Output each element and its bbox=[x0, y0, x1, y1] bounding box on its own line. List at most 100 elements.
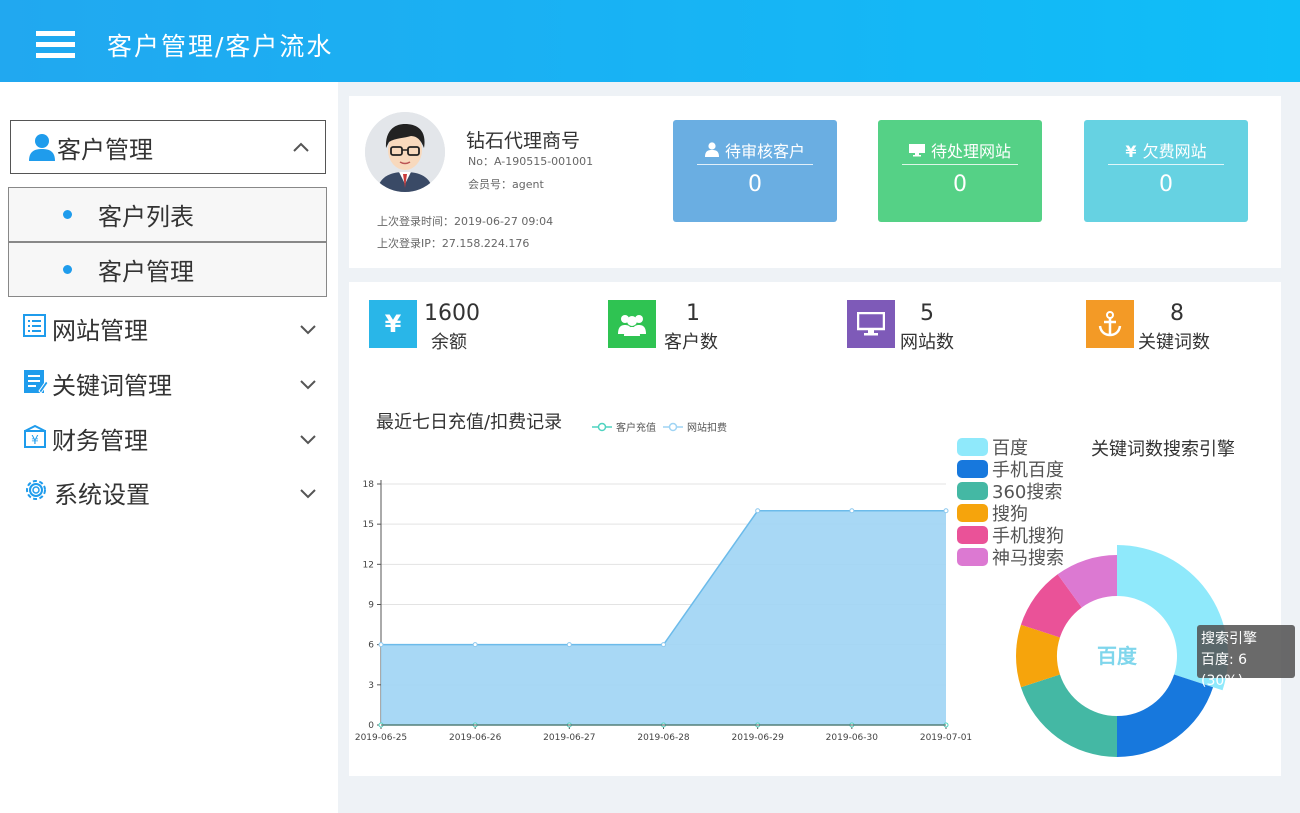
stat-value: 0 bbox=[748, 172, 762, 197]
page-title: 客户管理/客户流水 bbox=[107, 32, 334, 61]
sidebar-item-customer-management[interactable]: 客户管理 bbox=[10, 120, 326, 174]
sidebar-item-label: 客户管理 bbox=[57, 135, 153, 164]
overdue-websites-box[interactable]: ¥ 欠费网站 0 bbox=[1084, 120, 1248, 222]
summary-value: 5 bbox=[920, 301, 934, 326]
agent-number: No：A-190515-001001 bbox=[468, 155, 594, 168]
summary-value: 8 bbox=[1170, 301, 1184, 326]
y-tick-label: 12 bbox=[363, 560, 374, 570]
yen-icon: ¥ bbox=[1125, 142, 1137, 161]
sidebar-item-system-settings[interactable]: 系统设置 bbox=[22, 472, 322, 512]
legend-swatch bbox=[957, 482, 988, 500]
data-point bbox=[849, 508, 855, 514]
y-tick-label: 18 bbox=[363, 480, 375, 490]
bullet-icon bbox=[63, 210, 72, 219]
profile-card: 钻石代理商号 No：A-190515-001001 会员号：agent 上次登录… bbox=[349, 96, 1281, 268]
chevron-down-icon bbox=[300, 484, 316, 503]
chevron-up-icon bbox=[293, 137, 309, 156]
legend-swatch bbox=[957, 504, 988, 522]
sidebar-item-label: 关键词管理 bbox=[52, 371, 172, 400]
summary-label: 客户数 bbox=[664, 332, 718, 353]
last-login-ip: 上次登录IP：27.158.224.176 bbox=[377, 237, 530, 250]
bullet-icon bbox=[63, 265, 72, 274]
data-point bbox=[755, 508, 761, 514]
summary-bar: ¥ 1600 余额 1 客户数 5 网站数 8 关键词数 bbox=[349, 282, 1281, 370]
legend-swatch bbox=[957, 460, 988, 478]
summary-value: 1 bbox=[686, 301, 700, 326]
tooltip-text: 百度: 6 (30%) bbox=[1201, 652, 1248, 689]
charts-card: 最近七日充值/扣费记录 客户充值 网站扣费 0 3 6 9 12 15 18 2019-06-… bbox=[349, 368, 1295, 776]
legend-swatch bbox=[957, 438, 988, 456]
chevron-down-icon bbox=[300, 430, 316, 449]
x-tick-label: 2019-06-27 bbox=[543, 733, 595, 743]
sidebar-subitem-label: 客户列表 bbox=[98, 203, 194, 231]
stat-label: 欠费网站 bbox=[1142, 142, 1207, 161]
summary-label: 网站数 bbox=[900, 332, 954, 353]
last-login-time: 上次登录时间：2019-06-27 09:04 bbox=[377, 215, 554, 228]
sidebar-item-website-management[interactable]: 网站管理 bbox=[22, 308, 322, 348]
websites-summary: 5 网站数 bbox=[847, 300, 1047, 353]
edit-list-icon bbox=[22, 367, 49, 399]
keywords-summary: 8 关键词数 bbox=[1086, 300, 1286, 353]
sidebar-subitem-customer-manage[interactable]: 客户管理 bbox=[8, 242, 327, 297]
pending-customers-box[interactable]: 待审核客户 0 bbox=[673, 120, 837, 222]
chevron-down-icon bbox=[300, 375, 316, 394]
pending-websites-box[interactable]: 待处理网站 0 bbox=[878, 120, 1042, 222]
sidebar-item-finance-management[interactable]: ¥ 财务管理 bbox=[22, 418, 322, 458]
chart-tooltip: 搜索引擎 百度: 6 (30%) bbox=[1197, 625, 1295, 689]
gear-icon bbox=[22, 476, 50, 508]
balance-summary: ¥ 1600 余额 bbox=[369, 300, 569, 353]
y-tick-label: 3 bbox=[368, 681, 374, 691]
agent-name: 钻石代理商号 bbox=[466, 130, 581, 152]
sidebar-subitem-customer-list[interactable]: 客户列表 bbox=[8, 187, 327, 242]
sidebar-item-label: 财务管理 bbox=[52, 426, 148, 455]
pie-legend-item[interactable]: 手机百度 bbox=[957, 458, 1064, 481]
stat-value: 0 bbox=[953, 172, 967, 197]
avatar bbox=[365, 112, 445, 192]
pie-chart-title: 关键词数搜索引擎 bbox=[1091, 439, 1235, 460]
x-tick-label: 2019-07-01 bbox=[920, 733, 972, 743]
top-header: 客户管理/客户流水 bbox=[0, 0, 1300, 82]
yen-icon: ¥ bbox=[369, 300, 417, 348]
sidebar-item-label: 系统设置 bbox=[54, 480, 150, 509]
chevron-down-icon bbox=[300, 320, 316, 339]
stat-value: 0 bbox=[1159, 172, 1173, 197]
tooltip-title: 搜索引擎 bbox=[1201, 631, 1257, 647]
pie-legend-item[interactable]: 搜狗 bbox=[957, 502, 1064, 525]
legend-swatch bbox=[957, 526, 988, 544]
y-tick-label: 15 bbox=[363, 520, 374, 530]
area-chart: 0 3 6 9 12 15 18 2019-06-25 2019-06-26 2019-06-27… bbox=[355, 480, 972, 743]
money-box-icon: ¥ bbox=[22, 423, 48, 453]
menu-toggle-icon[interactable] bbox=[36, 31, 75, 61]
pie-legend-item[interactable]: 百度 bbox=[957, 436, 1064, 459]
user-icon bbox=[704, 141, 719, 163]
y-tick-label: 9 bbox=[368, 601, 374, 611]
x-tick-label: 2019-06-26 bbox=[449, 733, 502, 743]
pie-slice bbox=[1020, 674, 1117, 757]
donut-center-label: 百度 bbox=[1097, 644, 1138, 668]
pie-legend-item[interactable]: 360搜索 bbox=[957, 480, 1064, 503]
x-tick-label: 2019-06-30 bbox=[826, 733, 879, 743]
pie-slice bbox=[1117, 674, 1214, 757]
summary-label: 关键词数 bbox=[1138, 332, 1210, 353]
stat-label: 待处理网站 bbox=[930, 142, 1011, 161]
anchor-icon bbox=[1086, 300, 1134, 348]
user-icon bbox=[29, 133, 55, 161]
series-area bbox=[381, 510, 946, 725]
list-icon bbox=[22, 313, 48, 343]
data-point bbox=[661, 642, 666, 648]
sidebar-subitem-label: 客户管理 bbox=[98, 258, 194, 286]
monitor-icon bbox=[908, 141, 925, 163]
summary-label: 余额 bbox=[431, 332, 467, 353]
x-tick-label: 2019-06-28 bbox=[637, 733, 690, 743]
sidebar: 客户管理 客户列表 客户管理 网站管理 关键词管理 ¥ 财务管理 系统设置 bbox=[0, 82, 338, 813]
data-point bbox=[566, 642, 572, 648]
x-tick-label: 2019-06-25 bbox=[355, 733, 407, 743]
x-tick-label: 2019-06-29 bbox=[732, 733, 785, 743]
sidebar-item-keyword-management[interactable]: 关键词管理 bbox=[22, 363, 322, 403]
y-tick-label: 6 bbox=[368, 641, 374, 651]
monitor-icon bbox=[847, 300, 895, 348]
sidebar-item-label: 网站管理 bbox=[52, 316, 148, 345]
legend-swatch bbox=[957, 548, 988, 566]
svg-text:¥: ¥ bbox=[31, 433, 39, 447]
customers-summary: 1 客户数 bbox=[608, 300, 808, 353]
